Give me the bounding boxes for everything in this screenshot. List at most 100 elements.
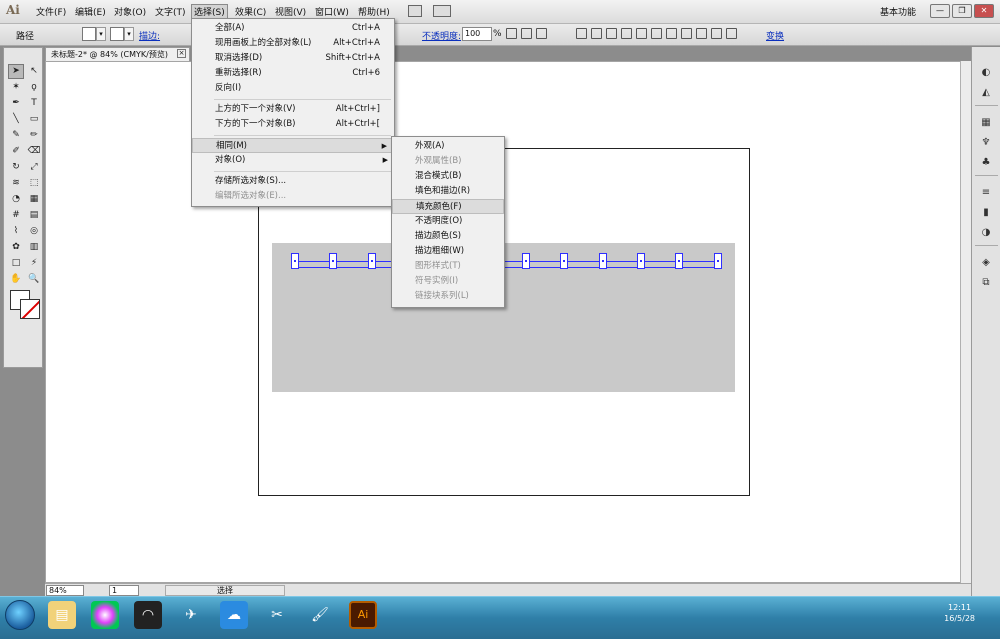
menu-item-deselect[interactable]: 取消选择(D) Shift+Ctrl+A: [192, 51, 394, 66]
color-guide-icon[interactable]: ◭: [979, 87, 993, 99]
align-top-icon[interactable]: [621, 28, 632, 39]
color-app-icon[interactable]: [91, 601, 119, 629]
gradient-tool-icon[interactable]: ▤: [26, 208, 42, 223]
bridge-icon[interactable]: [408, 5, 422, 17]
distribute-vcenter-icon[interactable]: [681, 28, 692, 39]
menu-item-save-selection[interactable]: 存储所选对象(S)...: [192, 174, 394, 189]
transform-link[interactable]: 变换: [766, 29, 784, 42]
anchor-handle[interactable]: [675, 253, 683, 269]
menu-item-next-object-below[interactable]: 下方的下一个对象(B) Alt+Ctrl+[: [192, 117, 394, 132]
rectangle-tool-icon[interactable]: ▭: [26, 112, 42, 127]
paintbrush-tool-icon[interactable]: ✎: [8, 128, 24, 143]
free-transform-tool-icon[interactable]: ⬚: [26, 176, 42, 191]
zoom-field[interactable]: 84%: [46, 585, 84, 596]
slice-tool-icon[interactable]: ⚡: [26, 256, 42, 271]
graphic-style-icon[interactable]: [521, 28, 532, 39]
align-bottom-icon[interactable]: [651, 28, 662, 39]
symbol-sprayer-tool-icon[interactable]: ✿: [8, 240, 24, 255]
file-explorer-icon[interactable]: ▤: [48, 601, 76, 629]
minimize-icon[interactable]: —: [930, 4, 950, 18]
recolor-icon[interactable]: [506, 28, 517, 39]
anchor-handle[interactable]: [329, 253, 337, 269]
column-graph-tool-icon[interactable]: ▥: [26, 240, 42, 255]
restore-icon[interactable]: ❐: [952, 4, 972, 18]
menu-type[interactable]: 文字(T): [155, 5, 186, 18]
submenu-item-fill-color[interactable]: 填充颜色(F): [392, 199, 504, 214]
menu-item-reselect[interactable]: 重新选择(R) Ctrl+6: [192, 66, 394, 81]
status-display[interactable]: 选择: [165, 585, 285, 596]
submenu-item-fill-and-stroke[interactable]: 填色和描边(R): [392, 184, 504, 199]
eyedropper-tool-icon[interactable]: ⌇: [8, 224, 24, 239]
wifi-app-icon[interactable]: ◠: [134, 601, 162, 629]
menu-item-next-object-above[interactable]: 上方的下一个对象(V) Alt+Ctrl+]: [192, 102, 394, 117]
anchor-handle[interactable]: [599, 253, 607, 269]
artboard-tool-icon[interactable]: □: [8, 256, 24, 271]
artboards-panel-icon[interactable]: ⧉: [979, 277, 993, 289]
distribute-bottom-icon[interactable]: [696, 28, 707, 39]
menu-item-select-all-artboard[interactable]: 现用画板上的全部对象(L) Alt+Ctrl+A: [192, 36, 394, 51]
blob-brush-tool-icon[interactable]: ✐: [8, 144, 24, 159]
start-button[interactable]: [5, 600, 35, 630]
canvas-area[interactable]: [45, 61, 971, 583]
submenu-item-symbol-instance[interactable]: 符号实例(I): [392, 274, 504, 289]
align-left-icon[interactable]: [576, 28, 587, 39]
menu-help[interactable]: 帮助(H): [358, 5, 390, 18]
style-dropdown-icon[interactable]: [536, 28, 547, 39]
anchor-handle[interactable]: [291, 253, 299, 269]
pencil-tool-icon[interactable]: ✏: [26, 128, 42, 143]
menu-item-object[interactable]: 对象(O) ▶: [192, 153, 394, 168]
brushes-panel-icon[interactable]: ♆: [979, 137, 993, 149]
opacity-input[interactable]: 100: [462, 27, 492, 41]
blend-tool-icon[interactable]: ◎: [26, 224, 42, 239]
align-vcenter-icon[interactable]: [636, 28, 647, 39]
anchor-handle[interactable]: [522, 253, 530, 269]
mesh-tool-icon[interactable]: #: [8, 208, 24, 223]
workspace-switcher[interactable]: 基本功能: [880, 5, 916, 18]
menu-select[interactable]: 选择(S): [191, 4, 228, 19]
anchor-handle[interactable]: [560, 253, 568, 269]
menu-item-edit-selection[interactable]: 编辑所选对象(E)...: [192, 189, 394, 204]
illustrator-taskbar-icon[interactable]: Ai: [349, 601, 377, 629]
layers-panel-icon[interactable]: ◈: [979, 257, 993, 269]
magic-wand-tool-icon[interactable]: ✶: [8, 80, 24, 95]
anchor-handle[interactable]: [714, 253, 722, 269]
submenu-item-appearance[interactable]: 外观(A): [392, 139, 504, 154]
stroke-dropdown-icon[interactable]: ▾: [124, 27, 134, 41]
bird-app-icon[interactable]: ✈: [177, 601, 205, 629]
align-right-icon[interactable]: [606, 28, 617, 39]
close-document-icon[interactable]: ×: [177, 49, 186, 58]
shape-builder-tool-icon[interactable]: ◔: [8, 192, 24, 207]
menu-window[interactable]: 窗口(W): [315, 5, 349, 18]
menu-object[interactable]: 对象(O): [114, 5, 146, 18]
menu-edit[interactable]: 编辑(E): [75, 5, 106, 18]
anchor-handle[interactable]: [637, 253, 645, 269]
rotate-tool-icon[interactable]: ↻: [8, 160, 24, 175]
stroke-color-box[interactable]: [20, 299, 40, 319]
paint-app-icon[interactable]: 🖌: [306, 601, 334, 629]
perspective-grid-tool-icon[interactable]: ▦: [26, 192, 42, 207]
stroke-panel-icon[interactable]: ≡: [979, 187, 993, 199]
fill-dropdown-icon[interactable]: ▾: [96, 27, 106, 41]
vertical-scrollbar[interactable]: [960, 61, 971, 583]
menu-file[interactable]: 文件(F): [36, 5, 66, 18]
lasso-tool-icon[interactable]: ϙ: [26, 80, 42, 95]
line-tool-icon[interactable]: ╲: [8, 112, 24, 127]
fill-swatch[interactable]: [82, 27, 96, 41]
submenu-item-appearance-attribute[interactable]: 外观属性(B): [392, 154, 504, 169]
menu-effect[interactable]: 效果(C): [235, 5, 266, 18]
submenu-item-graphic-style[interactable]: 图形样式(T): [392, 259, 504, 274]
zoom-tool-icon[interactable]: 🔍: [26, 272, 42, 287]
anchor-handle[interactable]: [368, 253, 376, 269]
menu-item-inverse[interactable]: 反向(I): [192, 81, 394, 96]
menu-item-select-all[interactable]: 全部(A) Ctrl+A: [192, 21, 394, 36]
gradient-panel-icon[interactable]: ▮: [979, 207, 993, 219]
symbols-panel-icon[interactable]: ♣: [979, 157, 993, 169]
warp-tool-icon[interactable]: ≋: [8, 176, 24, 191]
distribute-left-icon[interactable]: [711, 28, 722, 39]
submenu-item-opacity[interactable]: 不透明度(O): [392, 214, 504, 229]
submenu-item-link-block-series[interactable]: 链接块系列(L): [392, 289, 504, 304]
cloud-app-icon[interactable]: ☁: [220, 601, 248, 629]
type-tool-icon[interactable]: T: [26, 96, 42, 111]
distribute-hcenter-icon[interactable]: [726, 28, 737, 39]
distribute-top-icon[interactable]: [666, 28, 677, 39]
